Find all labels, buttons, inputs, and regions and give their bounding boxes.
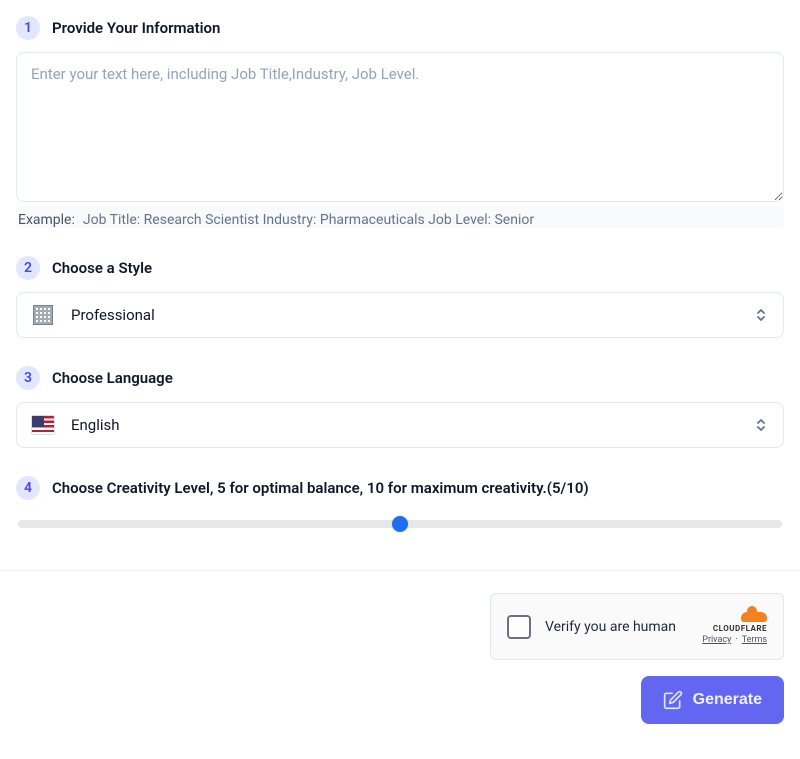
step-3-title: Choose Language (52, 369, 173, 387)
step-badge-2: 2 (16, 256, 40, 280)
example-label: Example: (18, 212, 75, 228)
step-3-header: 3 Choose Language (16, 366, 784, 390)
creativity-slider[interactable] (18, 520, 782, 528)
language-selected-label: English (71, 416, 737, 434)
captcha-links: Privacy · Terms (702, 635, 767, 645)
example-text: Job Title: Research Scientist Industry: … (83, 212, 534, 228)
step-1-header: 1 Provide Your Information (16, 16, 784, 40)
step-2-header: 2 Choose a Style (16, 256, 784, 280)
captcha-checkbox[interactable] (507, 615, 531, 639)
captcha-brand: CLOUDFLARE Privacy · Terms (702, 608, 767, 645)
step-1-title: Provide Your Information (52, 19, 220, 37)
language-select[interactable]: English (16, 402, 784, 448)
form-container: 1 Provide Your Information Example: Job … (0, 0, 800, 554)
example-row: Example: Job Title: Research Scientist I… (16, 206, 784, 228)
dot-separator: · (735, 635, 737, 645)
cloudflare-logo-icon (741, 608, 767, 622)
slider-thumb[interactable] (392, 516, 408, 532)
building-icon (31, 306, 55, 324)
edit-icon (663, 690, 683, 710)
captcha-widget: Verify you are human CLOUDFLARE Privacy … (490, 593, 784, 660)
step-2-title: Choose a Style (52, 259, 152, 277)
step-4-title: Choose Creativity Level, 5 for optimal b… (52, 479, 589, 497)
cloudflare-wordmark: CLOUDFLARE (713, 624, 767, 633)
footer: Verify you are human CLOUDFLARE Privacy … (0, 571, 800, 724)
creativity-slider-wrap (16, 520, 784, 528)
style-selected-label: Professional (71, 306, 737, 324)
step-1: 1 Provide Your Information Example: Job … (16, 16, 784, 228)
captcha-privacy-link[interactable]: Privacy (702, 635, 731, 645)
captcha-terms-link[interactable]: Terms (742, 635, 767, 645)
step-badge-3: 3 (16, 366, 40, 390)
style-select[interactable]: Professional (16, 292, 784, 338)
generate-button-label: Generate (693, 691, 762, 709)
step-4-header: 4 Choose Creativity Level, 5 for optimal… (16, 476, 784, 500)
step-4: 4 Choose Creativity Level, 5 for optimal… (16, 476, 784, 528)
flag-us-icon (31, 416, 55, 434)
step-badge-1: 1 (16, 16, 40, 40)
chevron-up-down-icon (753, 305, 769, 325)
captcha-label: Verify you are human (545, 619, 688, 635)
step-2: 2 Choose a Style Professional (16, 256, 784, 338)
information-textarea[interactable] (16, 52, 784, 202)
chevron-up-down-icon (753, 415, 769, 435)
step-3: 3 Choose Language English (16, 366, 784, 448)
step-badge-4: 4 (16, 476, 40, 500)
generate-button[interactable]: Generate (641, 676, 784, 724)
